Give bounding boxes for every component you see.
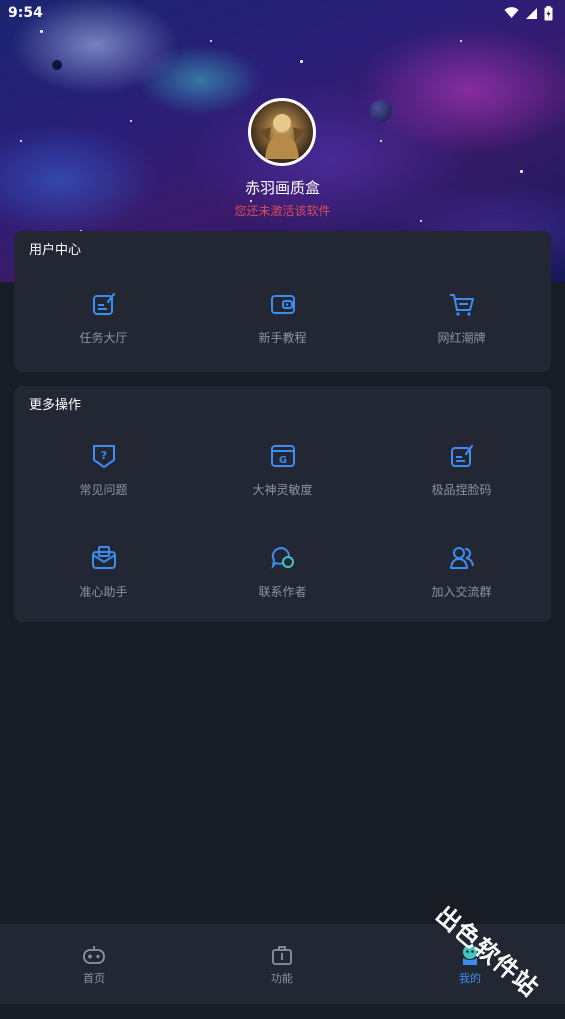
beginner-tutorial-label: 新手教程 — [258, 331, 307, 345]
user-center-title: 用户中心 — [29, 243, 82, 258]
mailbox-icon — [91, 546, 116, 569]
status-icons — [504, 5, 553, 21]
nav-mine-label: 我的 — [459, 972, 481, 985]
faq-button[interactable]: ? 常见问题 — [14, 443, 193, 498]
star-decoration — [300, 60, 303, 63]
activation-status-text[interactable]: 您还未激活该软件 — [0, 202, 565, 219]
nav-features[interactable]: 功能 — [232, 944, 332, 986]
avatar-figure-icon — [259, 114, 305, 159]
star-decoration — [380, 140, 382, 142]
star-decoration — [460, 40, 462, 42]
g-browser-icon: G — [270, 445, 295, 467]
face-code-button[interactable]: 极品捏脸码 — [372, 443, 551, 498]
star-decoration — [20, 140, 22, 142]
question-shield-icon: ? — [92, 445, 115, 468]
edit-note-icon — [450, 444, 473, 467]
battery-icon — [544, 5, 553, 20]
nav-home-label: 首页 — [83, 972, 105, 985]
more-actions-card: 更多操作 ? 常见问题 G 大神灵敏度 极品捏脸码 准心助手 联系作者 加入交流… — [14, 386, 551, 622]
avatar[interactable] — [248, 98, 316, 166]
wifi-icon — [504, 7, 519, 18]
trendy-brand-label: 网红潮牌 — [437, 331, 486, 345]
star-decoration — [420, 220, 422, 222]
group-users-icon — [449, 547, 474, 569]
gamepad-icon — [83, 946, 105, 964]
svg-text:G: G — [278, 455, 286, 466]
face-code-label: 极品捏脸码 — [431, 483, 492, 497]
task-edit-icon — [92, 292, 115, 315]
toolbox-icon — [272, 946, 292, 965]
star-decoration — [40, 30, 43, 33]
svg-text:?: ? — [100, 449, 106, 462]
beginner-tutorial-button[interactable]: 新手教程 — [193, 291, 372, 346]
nav-home[interactable]: 首页 — [44, 944, 144, 986]
planet-decoration — [52, 60, 62, 70]
task-hall-button[interactable]: 任务大厅 — [14, 291, 193, 346]
planet-decoration — [370, 100, 392, 122]
task-hall-label: 任务大厅 — [79, 331, 128, 345]
crosshair-helper-label: 准心助手 — [79, 585, 128, 599]
user-center-card: 用户中心 任务大厅 新手教程 网红潮牌 — [14, 231, 551, 372]
faq-label: 常见问题 — [79, 483, 128, 497]
join-group-label: 加入交流群 — [431, 585, 492, 599]
crosshair-helper-button[interactable]: 准心助手 — [14, 545, 193, 600]
wallet-icon — [270, 295, 295, 314]
nav-features-label: 功能 — [271, 972, 293, 985]
trendy-brand-button[interactable]: 网红潮牌 — [372, 291, 551, 346]
status-time: 9:54 — [8, 5, 43, 21]
join-group-button[interactable]: 加入交流群 — [372, 545, 551, 600]
status-bar: 9:54 — [0, 0, 565, 26]
star-decoration — [520, 170, 523, 173]
cart-icon — [449, 294, 474, 316]
app-name: 赤羽画质盒 — [244, 179, 320, 197]
sensitivity-label: 大神灵敏度 — [252, 483, 313, 497]
contact-author-label: 联系作者 — [258, 585, 307, 599]
sensitivity-button[interactable]: G 大神灵敏度 — [193, 443, 372, 498]
signal-icon — [526, 7, 537, 19]
contact-author-button[interactable]: 联系作者 — [193, 545, 372, 600]
chat-bubble-icon — [271, 546, 294, 569]
more-actions-title: 更多操作 — [29, 398, 82, 413]
star-decoration — [130, 120, 132, 122]
star-decoration — [210, 40, 212, 42]
